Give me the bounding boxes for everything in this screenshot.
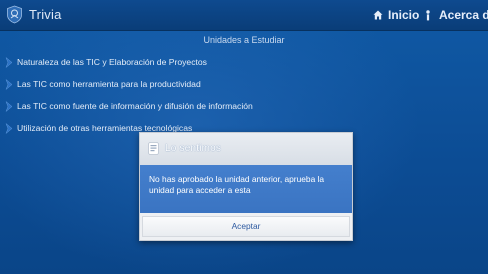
alert-dialog: Lo sentimos No has aprobado la unidad an… bbox=[139, 132, 353, 241]
menu-inicio-label: Inicio bbox=[388, 8, 420, 22]
chevron-right-icon bbox=[5, 122, 13, 134]
dialog-body: No has aprobado la unidad anterior, apru… bbox=[140, 165, 352, 213]
menu-item-acerca[interactable]: Acerca de bbox=[425, 6, 488, 24]
dialog-title: Lo sentimos bbox=[165, 143, 222, 154]
unit-label: Las TIC como herramienta para la product… bbox=[17, 79, 201, 89]
accept-button[interactable]: Aceptar bbox=[142, 216, 350, 237]
screen: Trivia Inicio Acerca de Unidades a Estud… bbox=[0, 0, 488, 274]
unit-item-3[interactable]: Las TIC como fuente de información y dif… bbox=[4, 99, 253, 113]
unit-item-1[interactable]: Naturaleza de las TIC y Elaboración de P… bbox=[4, 55, 207, 69]
chevron-right-icon bbox=[5, 100, 13, 112]
unit-label: Naturaleza de las TIC y Elaboración de P… bbox=[17, 57, 207, 67]
unit-item-2[interactable]: Las TIC como herramienta para la product… bbox=[4, 77, 201, 91]
section-header: Unidades a Estudiar bbox=[203, 35, 285, 45]
app-logo-icon[interactable] bbox=[6, 5, 23, 24]
info-icon bbox=[426, 9, 430, 20]
app-title: Trivia bbox=[29, 7, 62, 22]
unit-label: Las TIC como fuente de información y dif… bbox=[17, 101, 253, 111]
home-icon bbox=[373, 10, 383, 20]
chevron-right-icon bbox=[5, 78, 13, 90]
action-bar: Trivia Inicio Acerca de bbox=[0, 0, 488, 31]
dialog-footer: Aceptar bbox=[140, 213, 352, 240]
menu-acerca-label: Acerca de bbox=[439, 8, 488, 22]
dialog-title-bar: Lo sentimos bbox=[140, 133, 352, 165]
chevron-right-icon bbox=[5, 56, 13, 68]
menu-item-inicio[interactable]: Inicio bbox=[373, 6, 419, 24]
dialog-message: No has aprobado la unidad anterior, apru… bbox=[149, 174, 325, 195]
dialog-app-icon bbox=[148, 142, 159, 155]
